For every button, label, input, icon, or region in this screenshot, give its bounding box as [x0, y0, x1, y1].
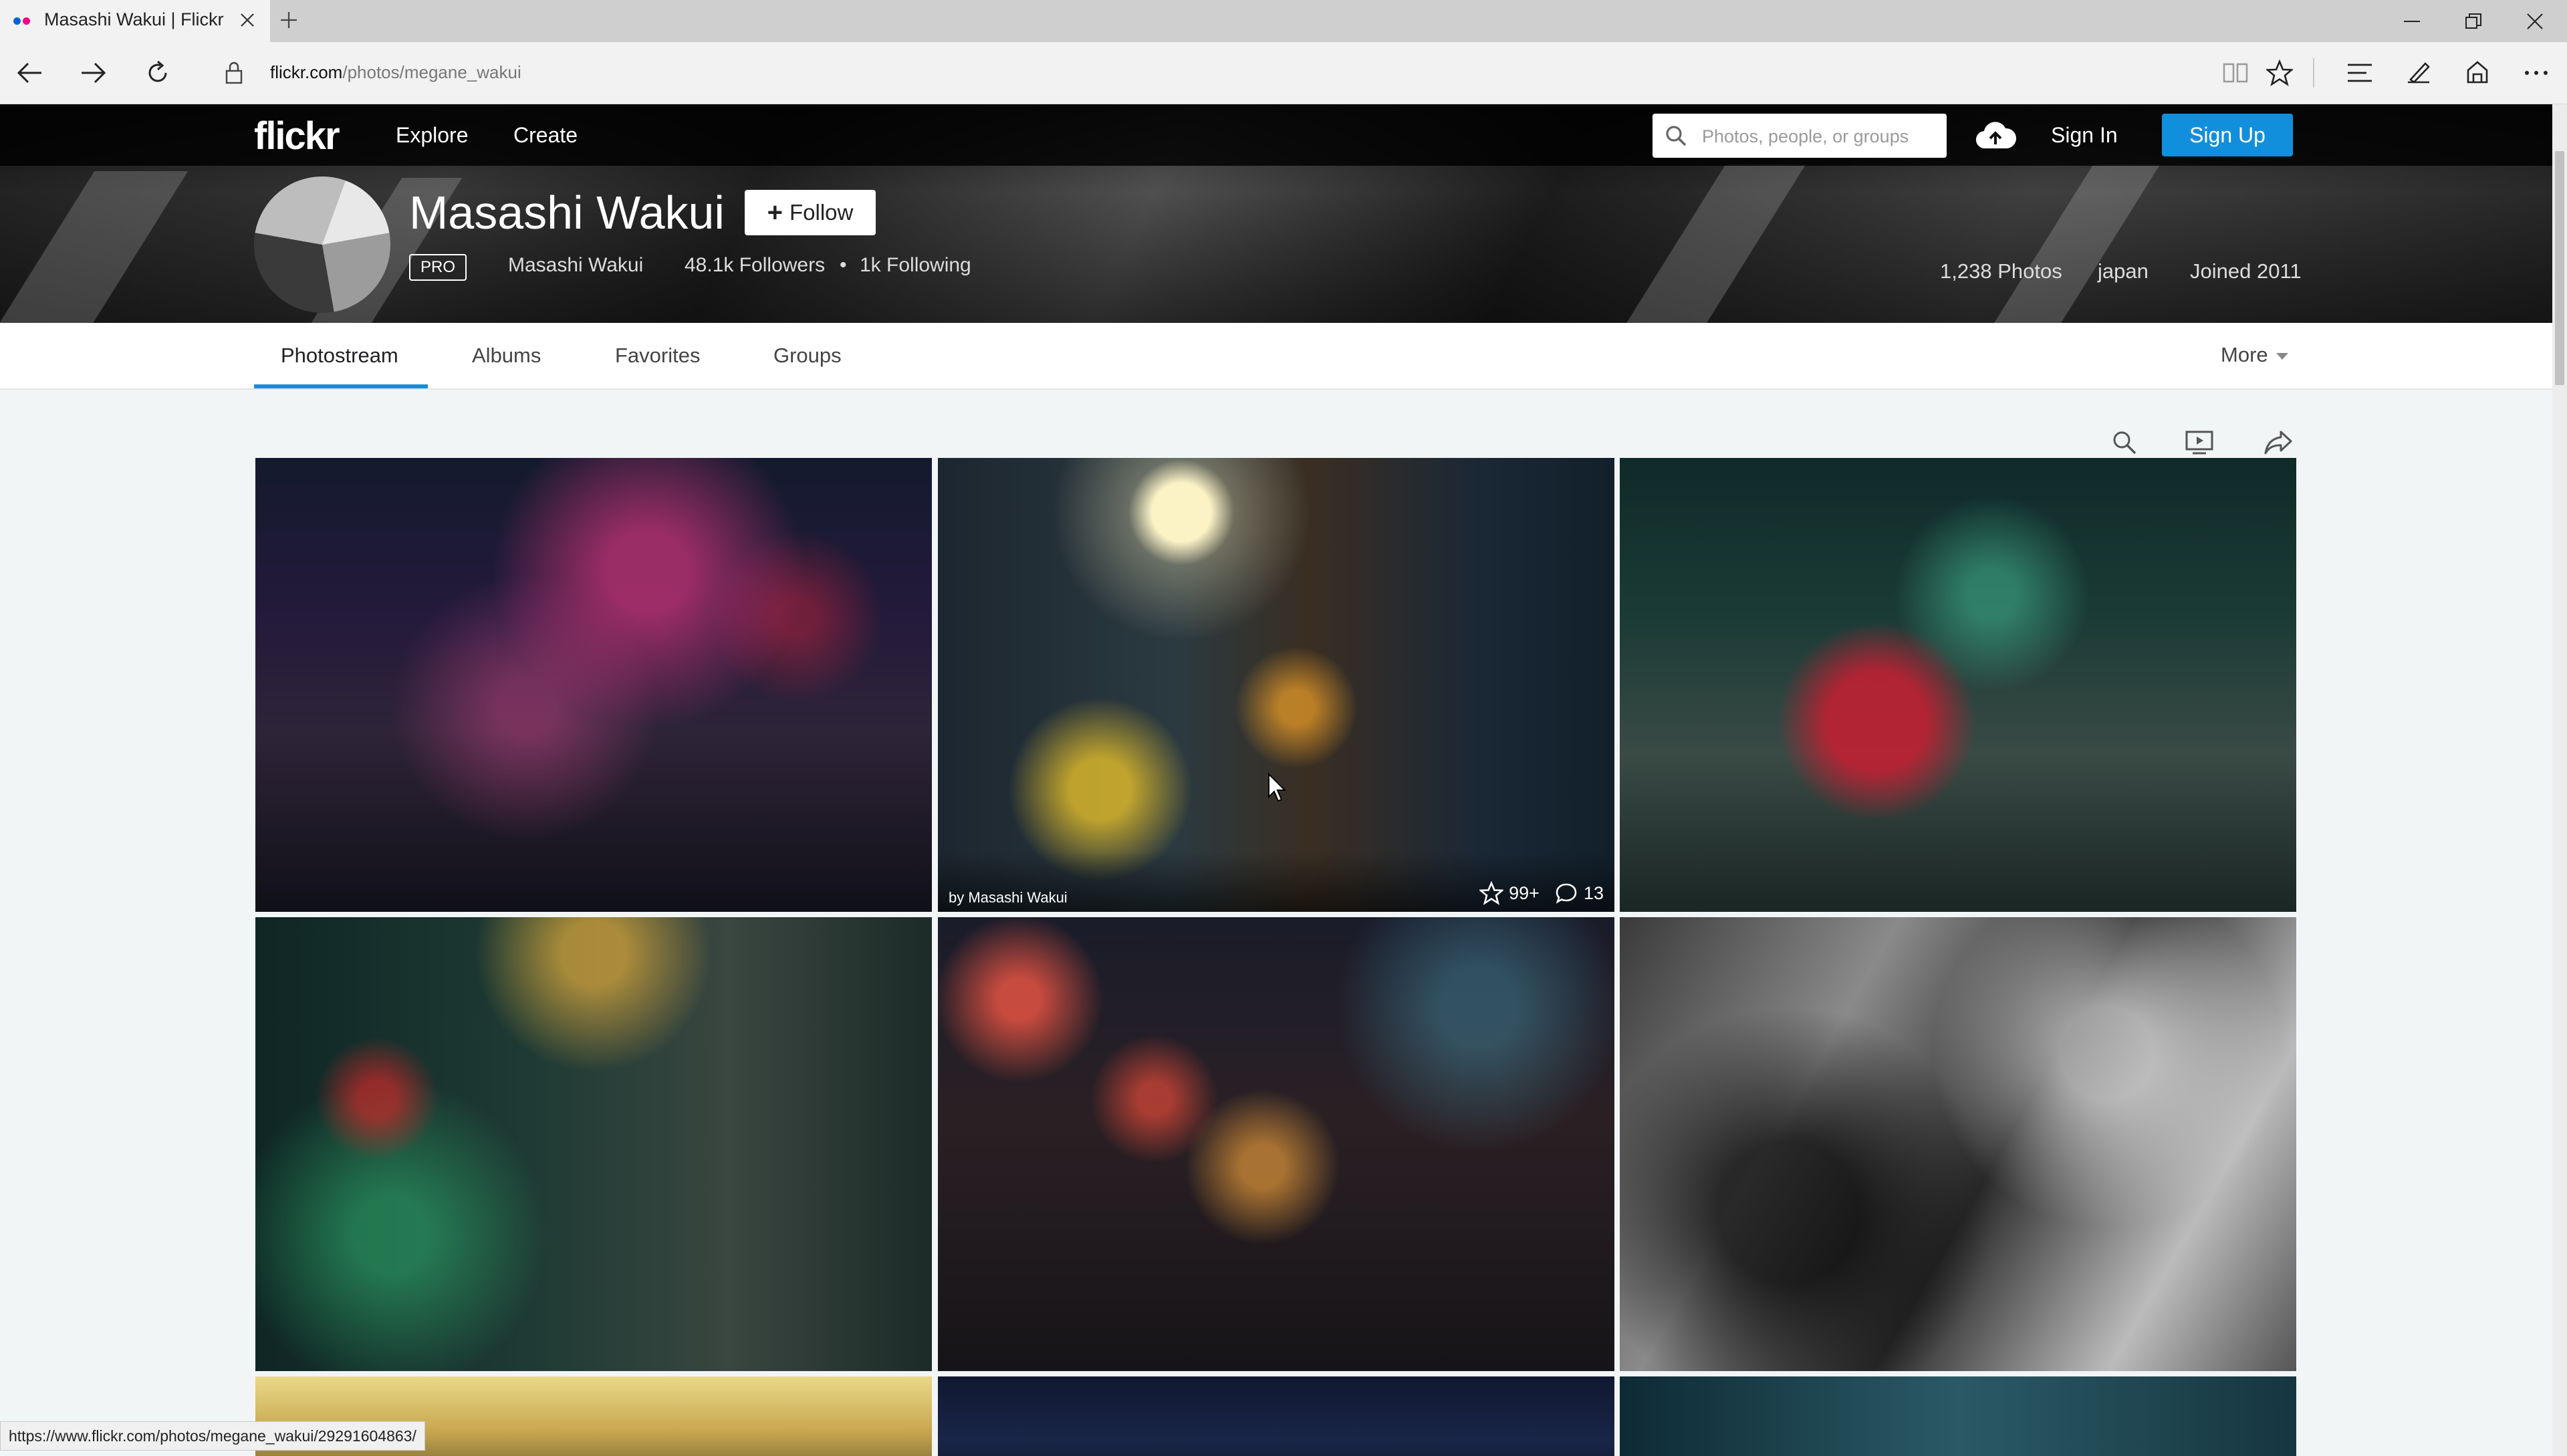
slideshow-icon[interactable] [2181, 424, 2218, 461]
pro-badge: PRO [409, 254, 467, 281]
search-box[interactable] [1653, 114, 1947, 159]
sign-in-link[interactable]: Sign In [2051, 123, 2118, 148]
web-note-icon[interactable] [2400, 54, 2437, 92]
restore-icon[interactable] [2443, 0, 2504, 42]
profile-real-name: Masashi Wakui [508, 254, 644, 276]
browser-tab-active[interactable]: Masashi Wakui | Flickr [0, 0, 270, 42]
url-field[interactable]: flickr.com/photos/megane_wakui [270, 62, 521, 83]
photo-tile[interactable] [938, 1376, 1614, 1456]
mouse-cursor-icon [1268, 773, 1287, 802]
new-tab-icon[interactable] [274, 5, 303, 35]
joined-date: Joined 2011 [2190, 259, 2302, 283]
forward-arrow-icon[interactable] [75, 54, 112, 92]
tab-albums[interactable]: Albums [472, 323, 541, 388]
more-dots-icon[interactable] [2518, 54, 2555, 92]
tab-groups[interactable]: Groups [773, 323, 842, 388]
meta-separator: • [840, 254, 847, 276]
share-icon[interactable] [2459, 54, 2496, 92]
follow-label: Follow [789, 200, 854, 225]
location: japan [2098, 259, 2149, 283]
tab-favorites[interactable]: Favorites [615, 323, 700, 388]
back-arrow-icon[interactable] [11, 54, 48, 92]
cloud-upload-icon[interactable] [1975, 119, 2017, 152]
refresh-icon[interactable] [139, 54, 176, 92]
follow-button[interactable]: + Follow [745, 190, 876, 235]
following-link[interactable]: 1k Following [860, 254, 971, 277]
chevron-down-icon [2276, 352, 2288, 360]
url-path: /photos/megane_wakui [342, 62, 521, 82]
flickr-logo[interactable]: flickr [254, 114, 340, 158]
more-menu[interactable]: More [2221, 343, 2288, 367]
photo-tile[interactable] [1620, 458, 2296, 912]
photo-tile[interactable] [255, 458, 932, 912]
photos-count: 1,238 Photos [1940, 259, 2062, 283]
close-window-icon[interactable] [2504, 0, 2566, 42]
comment-count: 13 [1583, 882, 1604, 903]
nav-explore[interactable]: Explore [396, 123, 469, 148]
flickr-favicon-icon [13, 17, 33, 25]
photo-tile[interactable] [255, 917, 932, 1371]
photo-author[interactable]: by Masashi Wakui [949, 889, 1068, 906]
followers-link[interactable]: 48.1k Followers [685, 254, 825, 277]
photo-tile[interactable] [1620, 1376, 2296, 1456]
tab-close-icon[interactable] [233, 5, 262, 35]
more-label: More [2221, 343, 2268, 366]
address-bar: flickr.com/photos/megane_wakui [0, 42, 2567, 104]
photo-tile[interactable] [938, 917, 1614, 1371]
reading-view-icon[interactable] [2217, 54, 2254, 92]
fave-star-icon[interactable] [1479, 881, 1504, 905]
scrollbar-thumb[interactable] [2555, 151, 2564, 385]
fave-count: 99+ [1509, 882, 1540, 903]
minimize-icon[interactable] [2381, 0, 2443, 42]
search-input[interactable] [1701, 114, 1937, 159]
browser-tab-bar: Masashi Wakui | Flickr [0, 0, 2567, 42]
page-scrollbar[interactable] [2552, 104, 2567, 1456]
photo-tile[interactable]: by Masashi Wakui 99+ 13 [938, 458, 1614, 912]
profile-sub-nav: Photostream Albums Favorites Groups More [0, 323, 2552, 390]
active-tab-indicator [254, 384, 428, 388]
photostream-search-icon[interactable] [2106, 424, 2143, 461]
tab-photostream[interactable]: Photostream [281, 323, 398, 388]
tab-title: Masashi Wakui | Flickr [44, 9, 224, 29]
lock-icon[interactable] [221, 58, 247, 88]
avatar[interactable] [254, 176, 390, 313]
sign-up-button[interactable]: Sign Up [2162, 114, 2293, 156]
flickr-top-nav: flickr Explore Create Sign In Sign Up [0, 104, 2552, 166]
photo-stats: 99+ 13 [1479, 881, 1604, 905]
hub-icon[interactable] [2341, 54, 2378, 92]
comment-icon[interactable] [1554, 881, 1578, 905]
search-icon [1665, 124, 1687, 147]
profile-display-name: Masashi Wakui [409, 187, 725, 239]
link-status-bar: https://www.flickr.com/photos/megane_wak… [0, 1421, 425, 1451]
photo-tile[interactable] [1620, 917, 2296, 1371]
share-photostream-icon[interactable] [2259, 424, 2297, 461]
toolbar-separator [2313, 58, 2314, 88]
plus-icon: + [767, 197, 783, 227]
url-domain: flickr.com [270, 62, 343, 82]
nav-create[interactable]: Create [513, 123, 578, 148]
star-icon[interactable] [2261, 54, 2298, 92]
